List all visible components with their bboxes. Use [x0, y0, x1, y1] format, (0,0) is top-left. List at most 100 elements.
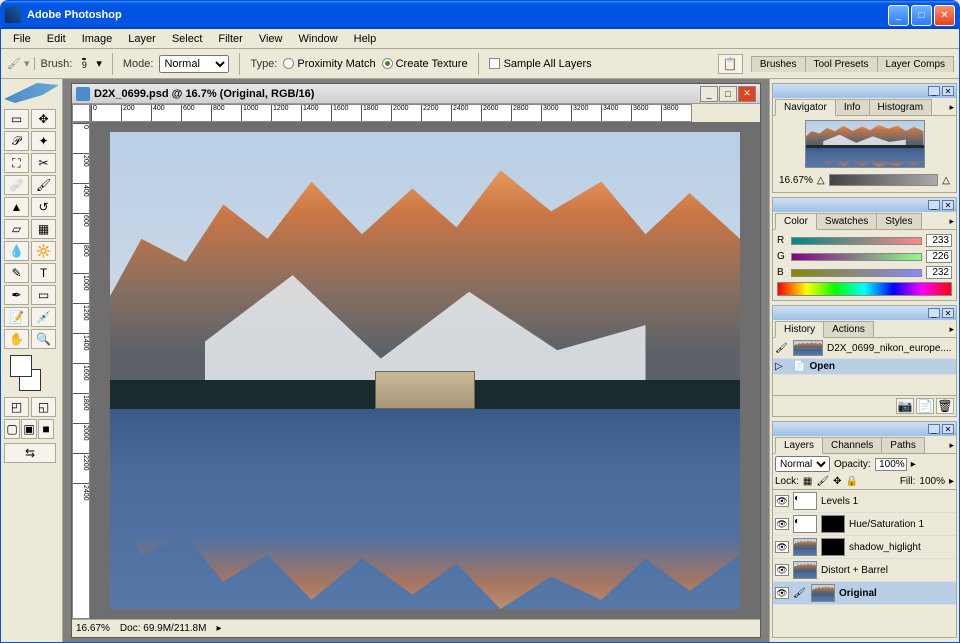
visibility-icon[interactable]: 👁: [775, 495, 789, 507]
brush-dropdown-icon[interactable]: ▾: [96, 57, 102, 70]
layer-row[interactable]: 👁◐Hue/Saturation 1: [773, 513, 956, 536]
crop-tool[interactable]: ⛶: [4, 153, 29, 173]
panel-menu-icon[interactable]: ▸: [947, 100, 956, 115]
screen-mode-full-menu[interactable]: ▣: [21, 419, 37, 439]
visibility-icon[interactable]: 👁: [775, 518, 789, 530]
menu-edit[interactable]: Edit: [39, 31, 74, 47]
menu-image[interactable]: Image: [74, 31, 121, 47]
tab-layer-comps[interactable]: Layer Comps: [877, 56, 954, 72]
dodge-tool[interactable]: 🔆: [31, 241, 56, 261]
magic-wand-tool[interactable]: ✦: [31, 131, 56, 151]
brush-tool[interactable]: 🖌: [31, 175, 56, 195]
slice-tool[interactable]: ✂: [31, 153, 56, 173]
panel-minimize-icon[interactable]: _: [928, 424, 940, 434]
notes-tool[interactable]: 📝: [4, 307, 29, 327]
r-value[interactable]: 233: [926, 234, 952, 247]
menu-filter[interactable]: Filter: [210, 31, 250, 47]
lock-position-icon[interactable]: ✥: [833, 476, 841, 487]
tab-info[interactable]: Info: [835, 99, 870, 115]
g-slider[interactable]: [791, 253, 922, 261]
history-state-open[interactable]: ▷📄Open: [773, 359, 956, 375]
mode-select[interactable]: Normal: [159, 55, 229, 73]
new-state-icon[interactable]: 📄: [916, 398, 934, 414]
panel-close-icon[interactable]: ✕: [942, 86, 954, 96]
menu-view[interactable]: View: [251, 31, 291, 47]
menu-help[interactable]: Help: [346, 31, 385, 47]
imageready-icon[interactable]: ⇆: [4, 443, 56, 463]
opacity-flyout-icon[interactable]: ▸: [911, 459, 916, 470]
lasso-tool[interactable]: 𝒫: [4, 131, 29, 151]
create-texture-radio[interactable]: Create Texture: [382, 58, 468, 70]
fill-value[interactable]: 100%: [919, 476, 945, 487]
blend-mode-select[interactable]: Normal: [775, 456, 830, 472]
layer-row[interactable]: 👁Distort + Barrel: [773, 559, 956, 582]
navigator-thumbnail[interactable]: [805, 120, 925, 168]
b-slider[interactable]: [791, 269, 922, 277]
menu-select[interactable]: Select: [164, 31, 211, 47]
layer-row[interactable]: 👁shadow_higlight: [773, 536, 956, 559]
screen-mode-standard[interactable]: ▢: [4, 419, 20, 439]
menu-window[interactable]: Window: [291, 31, 346, 47]
tab-actions[interactable]: Actions: [823, 321, 874, 337]
layer-row[interactable]: 👁🖌Original: [773, 582, 956, 605]
ruler-origin[interactable]: [72, 104, 90, 122]
eyedropper-tool[interactable]: 💉: [31, 307, 56, 327]
move-tool[interactable]: ✥: [31, 109, 56, 129]
delete-state-icon[interactable]: 🗑: [936, 398, 954, 414]
canvas[interactable]: [90, 122, 760, 619]
tab-styles[interactable]: Styles: [876, 213, 921, 229]
navigator-zoom[interactable]: 16.67%: [779, 175, 813, 186]
menu-file[interactable]: File: [5, 31, 39, 47]
panel-close-icon[interactable]: ✕: [942, 308, 954, 318]
g-value[interactable]: 226: [926, 250, 952, 263]
ruler-vertical[interactable]: 0200400600800100012001400160018002000220…: [72, 122, 90, 619]
marquee-tool[interactable]: ▭: [4, 109, 29, 129]
lock-transparency-icon[interactable]: ▦: [803, 476, 812, 487]
panel-close-icon[interactable]: ✕: [942, 424, 954, 434]
type-tool[interactable]: T: [31, 263, 56, 283]
stamp-tool[interactable]: ▲: [4, 197, 29, 217]
pen-tool[interactable]: ✒: [4, 285, 29, 305]
gradient-tool[interactable]: ▦: [31, 219, 56, 239]
fill-flyout-icon[interactable]: ▸: [949, 476, 954, 487]
doc-close-button[interactable]: ✕: [738, 86, 756, 102]
tab-layers[interactable]: Layers: [775, 437, 823, 454]
layer-row[interactable]: 👁◐Levels 1: [773, 490, 956, 513]
zoom-tool[interactable]: 🔍: [31, 329, 56, 349]
tab-navigator[interactable]: Navigator: [775, 99, 836, 116]
path-tool[interactable]: ✎: [4, 263, 29, 283]
tab-paths[interactable]: Paths: [881, 437, 925, 453]
history-snapshot[interactable]: 🖌D2X_0699_nikon_europe....: [773, 338, 956, 359]
statusbar-menu-icon[interactable]: ▸: [216, 623, 221, 634]
tab-histogram[interactable]: Histogram: [869, 99, 933, 115]
tab-tool-presets[interactable]: Tool Presets: [805, 56, 878, 72]
tab-brushes[interactable]: Brushes: [751, 56, 806, 72]
visibility-icon[interactable]: 👁: [775, 587, 789, 599]
panel-menu-icon[interactable]: ▸: [947, 322, 956, 337]
panel-menu-icon[interactable]: ▸: [947, 214, 956, 229]
zoom-in-icon[interactable]: △: [942, 175, 950, 186]
doc-size[interactable]: Doc: 69.9M/211.8M: [120, 623, 207, 634]
close-button[interactable]: ✕: [934, 5, 955, 26]
shape-tool[interactable]: ▭: [31, 285, 56, 305]
tool-preset-picker[interactable]: 🖌 ▾: [7, 57, 35, 70]
history-brush-tool[interactable]: ↺: [31, 197, 56, 217]
brush-size-picker[interactable]: 9: [78, 58, 90, 70]
healing-brush-tool[interactable]: 🩹: [4, 175, 29, 195]
panel-minimize-icon[interactable]: _: [928, 200, 940, 210]
hand-tool[interactable]: ✋: [4, 329, 29, 349]
panel-minimize-icon[interactable]: _: [928, 308, 940, 318]
palette-toggle-icon[interactable]: 📋: [718, 54, 743, 74]
menu-layer[interactable]: Layer: [120, 31, 164, 47]
ruler-horizontal[interactable]: 0200400600800100012001400160018002000220…: [90, 104, 692, 122]
new-snapshot-icon[interactable]: 📷: [896, 398, 914, 414]
panel-minimize-icon[interactable]: _: [928, 86, 940, 96]
lock-pixels-icon[interactable]: 🖌: [816, 476, 829, 487]
lock-all-icon[interactable]: 🔒: [845, 476, 857, 487]
panel-close-icon[interactable]: ✕: [942, 200, 954, 210]
tab-swatches[interactable]: Swatches: [816, 213, 877, 229]
opacity-value[interactable]: 100%: [875, 458, 907, 471]
maximize-button[interactable]: □: [911, 5, 932, 26]
minimize-button[interactable]: _: [888, 5, 909, 26]
eraser-tool[interactable]: ▱: [4, 219, 29, 239]
